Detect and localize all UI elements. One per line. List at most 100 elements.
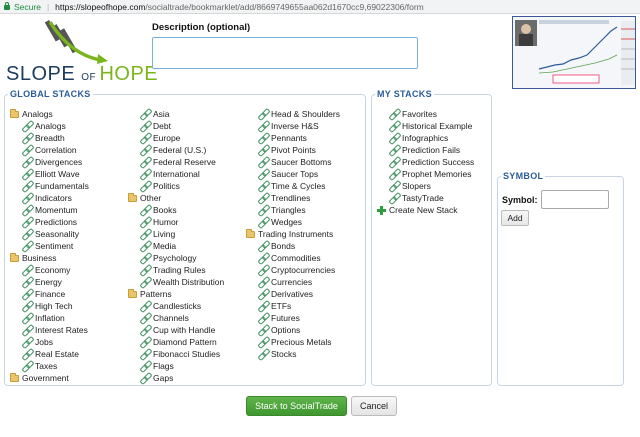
stack-item-energy[interactable]: Energy [10, 276, 89, 288]
stack-item-options[interactable]: Options [246, 324, 340, 336]
stack-item-economy[interactable]: Economy [10, 264, 89, 276]
add-symbol-button[interactable]: Add [501, 210, 529, 226]
stack-item-asia[interactable]: Asia [128, 108, 224, 120]
folder-patterns[interactable]: Patterns [128, 288, 224, 300]
link-icon [22, 133, 32, 143]
stack-item-elliott-wave[interactable]: Elliott Wave [10, 168, 89, 180]
stack-item-finance[interactable]: Finance [10, 288, 89, 300]
stack-item-cup-with-handle[interactable]: Cup with Handle [128, 324, 224, 336]
stack-item-favorites[interactable]: Favorites [377, 108, 474, 120]
stack-item-time-cycles[interactable]: Time & Cycles [246, 180, 340, 192]
stack-item-triangles[interactable]: Triangles [246, 204, 340, 216]
stack-item-wealth-distribution[interactable]: Wealth Distribution [128, 276, 224, 288]
link-icon [389, 193, 399, 203]
stack-item-real-estate[interactable]: Real Estate [10, 348, 89, 360]
stack-item-derivatives[interactable]: Derivatives [246, 288, 340, 300]
stack-item-gaps[interactable]: Gaps [128, 372, 224, 384]
stack-label: Options [271, 325, 301, 335]
logo-text: SLOPE OF HOPE [6, 63, 159, 85]
stack-item-diamond-pattern[interactable]: Diamond Pattern [128, 336, 224, 348]
stack-item-fundamentals[interactable]: Fundamentals [10, 180, 89, 192]
stack-item-international[interactable]: International [128, 168, 224, 180]
site-logo[interactable]: SLOPE OF HOPE [0, 16, 158, 86]
stack-item-futures[interactable]: Futures [246, 312, 340, 324]
stack-item-saucer-bottoms[interactable]: Saucer Bottoms [246, 156, 340, 168]
stack-item-correlation[interactable]: Correlation [10, 144, 89, 156]
folder-trading-instruments[interactable]: Trading Instruments [246, 228, 340, 240]
stack-item-breadth[interactable]: Breadth [10, 132, 89, 144]
stack-item-historical-example[interactable]: Historical Example [377, 120, 474, 132]
stack-item-interest-rates[interactable]: Interest Rates [10, 324, 89, 336]
link-icon [140, 145, 150, 155]
stack-item-inflation[interactable]: Inflation [10, 312, 89, 324]
stack-item-fibonacci-studies[interactable]: Fibonacci Studies [128, 348, 224, 360]
stack-item-wedges[interactable]: Wedges [246, 216, 340, 228]
stack-item-predictions[interactable]: Predictions [10, 216, 89, 228]
stack-item-stocks[interactable]: Stocks [246, 348, 340, 360]
stack-item-head-shoulders[interactable]: Head & Shoulders [246, 108, 340, 120]
stack-item-living[interactable]: Living [128, 228, 224, 240]
stack-item-jobs[interactable]: Jobs [10, 336, 89, 348]
stack-item-media[interactable]: Media [128, 240, 224, 252]
url-host[interactable]: https://slopeofhope.com [55, 2, 145, 12]
stack-item-sentiment[interactable]: Sentiment [10, 240, 89, 252]
description-label: Description (optional) [152, 22, 251, 33]
stack-to-socialtrade-button[interactable]: Stack to SocialTrade [246, 396, 347, 416]
cancel-button[interactable]: Cancel [351, 396, 397, 416]
stack-label: Wedges [271, 217, 303, 227]
stack-item-prediction-success[interactable]: Prediction Success [377, 156, 474, 168]
stack-item-seasonality[interactable]: Seasonality [10, 228, 89, 240]
stack-item-slopers[interactable]: Slopers [377, 180, 474, 192]
stack-item-cryptocurrencies[interactable]: Cryptocurrencies [246, 264, 340, 276]
stack-item-prediction-fails[interactable]: Prediction Fails [377, 144, 474, 156]
stack-item-trading-rules[interactable]: Trading Rules [128, 264, 224, 276]
link-icon [140, 229, 150, 239]
description-input[interactable] [152, 37, 418, 69]
stack-item-books[interactable]: Books [128, 204, 224, 216]
stack-label: Energy [35, 277, 62, 287]
url-path[interactable]: /socialtrade/bookmarklet/add/8669749655a… [145, 2, 423, 12]
stack-item-divergences[interactable]: Divergences [10, 156, 89, 168]
stack-item-pennants[interactable]: Pennants [246, 132, 340, 144]
folder-business[interactable]: Business [10, 252, 89, 264]
stack-item-inverse-h-s[interactable]: Inverse H&S [246, 120, 340, 132]
symbol-input[interactable] [541, 190, 609, 209]
folder-analogs[interactable]: Analogs [10, 108, 89, 120]
stack-label: Currencies [271, 277, 313, 287]
stack-item-prophet-memories[interactable]: Prophet Memories [377, 168, 474, 180]
stack-item-currencies[interactable]: Currencies [246, 276, 340, 288]
stack-item-flags[interactable]: Flags [128, 360, 224, 372]
stack-item-europe[interactable]: Europe [128, 132, 224, 144]
stack-item-commodities[interactable]: Commodities [246, 252, 340, 264]
stack-item-trendlines[interactable]: Trendlines [246, 192, 340, 204]
stack-item-pivot-points[interactable]: Pivot Points [246, 144, 340, 156]
stack-item-federal-u-s[interactable]: Federal (U.S.) [128, 144, 224, 156]
stack-label: Debt [153, 121, 171, 131]
stack-item-high-tech[interactable]: High Tech [10, 300, 89, 312]
stack-item-momentum[interactable]: Momentum [10, 204, 89, 216]
stack-item-candlesticks[interactable]: Candlesticks [128, 300, 224, 312]
stack-item-create-new-stack[interactable]: Create New Stack [377, 204, 474, 216]
stack-item-bonds[interactable]: Bonds [246, 240, 340, 252]
stack-label: Taxes [35, 361, 58, 371]
link-icon [22, 337, 32, 347]
stack-item-tastytrade[interactable]: TastyTrade [377, 192, 474, 204]
stack-item-humor[interactable]: Humor [128, 216, 224, 228]
stack-item-politics[interactable]: Politics [128, 180, 224, 192]
address-bar[interactable]: Secure | https://slopeofhope.com/socialt… [0, 0, 640, 14]
stack-item-saucer-tops[interactable]: Saucer Tops [246, 168, 340, 180]
link-icon [389, 157, 399, 167]
folder-government[interactable]: Government [10, 372, 89, 384]
stack-item-federal-reserve[interactable]: Federal Reserve [128, 156, 224, 168]
stack-item-channels[interactable]: Channels [128, 312, 224, 324]
stack-item-precious-metals[interactable]: Precious Metals [246, 336, 340, 348]
link-icon [22, 229, 32, 239]
stack-item-etfs[interactable]: ETFs [246, 300, 340, 312]
stack-item-indicators[interactable]: Indicators [10, 192, 89, 204]
stack-item-psychology[interactable]: Psychology [128, 252, 224, 264]
stack-item-taxes[interactable]: Taxes [10, 360, 89, 372]
stack-item-analogs[interactable]: Analogs [10, 120, 89, 132]
folder-other[interactable]: Other [128, 192, 224, 204]
stack-item-infographics[interactable]: Infographics [377, 132, 474, 144]
stack-item-debt[interactable]: Debt [128, 120, 224, 132]
